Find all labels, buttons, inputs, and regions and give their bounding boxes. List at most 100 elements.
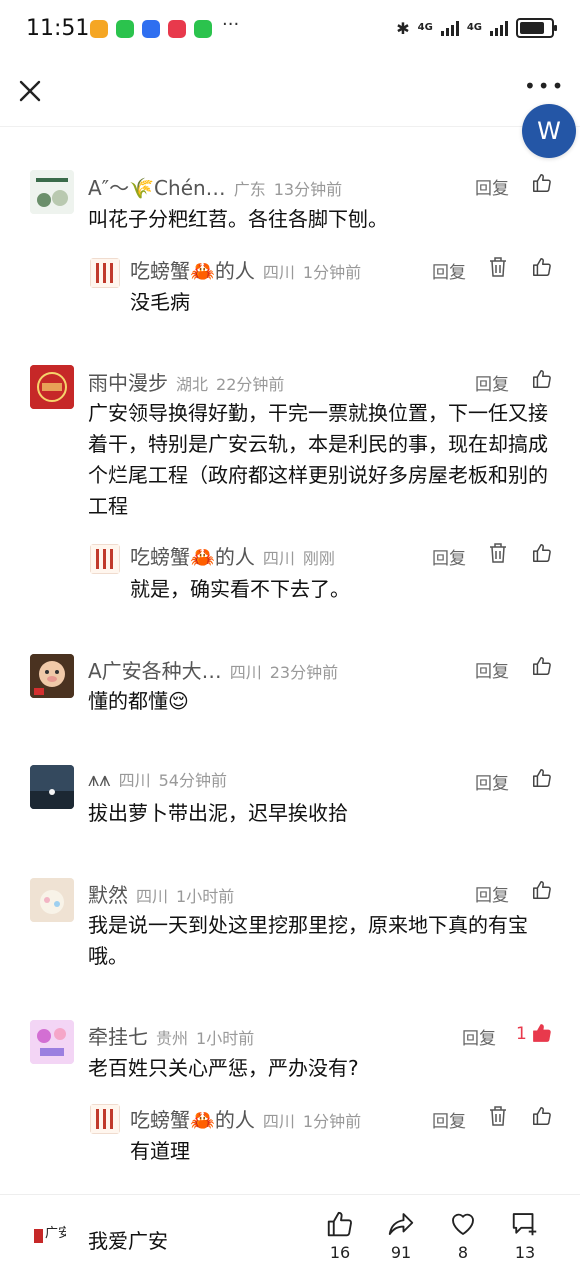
reply-author[interactable]: 吃螃蟹🦀的人	[130, 255, 255, 284]
comment-time: 22分钟前	[216, 375, 285, 394]
reply-text: 有道理	[130, 1139, 190, 1163]
voice-app-icon	[142, 20, 160, 38]
comment-author[interactable]: ⩚⩚	[88, 767, 111, 791]
reply-button[interactable]: 回复	[475, 769, 509, 794]
like-icon[interactable]	[531, 879, 553, 901]
trash-icon[interactable]	[488, 1105, 508, 1127]
comment-count: 13	[514, 1243, 536, 1262]
avatar[interactable]	[30, 878, 74, 922]
favorite-count: 8	[457, 1243, 469, 1262]
avatar[interactable]	[30, 365, 74, 409]
reply-region: 四川	[262, 1112, 295, 1131]
heart-icon	[452, 1213, 474, 1235]
comment-region: 湖北	[176, 375, 209, 394]
trash-icon[interactable]	[488, 256, 508, 278]
thumbs-up-icon	[327, 1211, 352, 1237]
battery-icon	[516, 18, 557, 38]
comment-time: 23分钟前	[269, 663, 339, 682]
reply-button[interactable]: 回复	[462, 1024, 496, 1049]
status-bar: 11:51 ··· ✱ 4G 4G	[0, 0, 580, 62]
comment-region: 四川	[136, 887, 169, 906]
comment-author[interactable]: A″〜🌾Chén…	[88, 172, 226, 201]
comment-time: 54分钟前	[158, 771, 227, 790]
avatar[interactable]	[30, 654, 74, 698]
reply-button[interactable]: 回复	[475, 657, 509, 682]
user-avatar-button[interactable]: W	[522, 104, 576, 158]
signal-icon	[440, 20, 459, 36]
like-button[interactable]: 16	[315, 1209, 365, 1262]
top-bar: •••	[0, 62, 580, 127]
reply-avatar[interactable]	[90, 544, 120, 574]
like-icon[interactable]	[531, 767, 553, 789]
share-icon	[388, 1213, 414, 1235]
comment-region: 贵州	[156, 1029, 189, 1048]
avatar[interactable]	[30, 765, 74, 809]
like-icon[interactable]	[531, 1105, 553, 1127]
reply-button[interactable]: 回复	[475, 881, 509, 906]
like-icon[interactable]	[531, 542, 553, 564]
avatar[interactable]	[30, 1020, 74, 1064]
reply-author[interactable]: 吃螃蟹🦀的人	[130, 1104, 255, 1133]
reply-time: 刚刚	[302, 549, 335, 568]
network-type-2: 4G	[466, 22, 482, 33]
avatar[interactable]	[30, 170, 74, 214]
comment-text: 老百姓只关心严惩，严办没有?	[88, 1056, 359, 1080]
reply-button[interactable]: 回复	[432, 1107, 466, 1132]
comment-author[interactable]: 默然	[88, 879, 128, 908]
comment-text: 懂的都懂😌	[88, 689, 189, 713]
favorite-button[interactable]: 8	[438, 1209, 488, 1262]
comment-text: 我是说一天到处这里挖那里挖，原来地下真的有宝哦。	[88, 913, 528, 968]
reply-button[interactable]: 回复	[475, 174, 509, 199]
comment-region: 广东	[233, 180, 266, 199]
like-icon[interactable]	[531, 256, 553, 278]
reply-avatar[interactable]	[90, 1104, 120, 1134]
reply-time: 1分钟前	[302, 1112, 362, 1131]
reply-time: 1分钟前	[302, 263, 362, 282]
comment-text: 拔出萝卜带出泥，迟早挨收拾	[88, 801, 348, 825]
like-count: 16	[329, 1243, 351, 1262]
comment-author[interactable]: 牵挂七	[88, 1021, 148, 1050]
reply-text: 就是，确实看不下去了。	[130, 577, 350, 601]
more-options-icon[interactable]: •••	[524, 74, 565, 98]
more-notifications-icon: ···	[222, 14, 240, 35]
like-icon[interactable]	[531, 655, 553, 677]
notification-icons	[90, 20, 212, 38]
comment-author[interactable]: 雨中漫步	[88, 367, 168, 396]
channel-title[interactable]: 我爱广安	[88, 1225, 168, 1254]
bottom-action-bar: 广安 我爱广安 16 91 8 13	[0, 1194, 580, 1281]
reply-author[interactable]: 吃螃蟹🦀的人	[130, 541, 255, 570]
channel-logo[interactable]: 广安	[34, 1217, 71, 1257]
comment-time: 1小时前	[176, 887, 235, 906]
reply-button[interactable]: 回复	[432, 258, 466, 283]
comment-region: 四川	[229, 663, 262, 682]
reply-region: 四川	[262, 549, 295, 568]
logo-text: 广安	[45, 1226, 66, 1241]
close-icon[interactable]	[14, 74, 48, 108]
like-icon[interactable]	[531, 172, 553, 194]
reply-avatar[interactable]	[90, 258, 120, 288]
reply-button[interactable]: 回复	[475, 370, 509, 395]
share-button[interactable]: 91	[376, 1209, 426, 1262]
add-comment-icon	[512, 1213, 537, 1236]
network-type-1: 4G	[417, 22, 433, 33]
comment-time: 13分钟前	[273, 180, 343, 199]
share-count: 91	[390, 1243, 412, 1262]
comment-time: 1小时前	[196, 1029, 255, 1048]
system-indicators: ✱ 4G 4G	[396, 18, 557, 38]
signal-icon-2	[490, 20, 508, 36]
comment-region: 四川	[118, 771, 151, 790]
comment-text: 叫花子分粑红苕。各往各脚下刨。	[88, 207, 388, 231]
comment-author[interactable]: A广安各种大…	[88, 655, 222, 684]
liked-icon[interactable]	[531, 1022, 553, 1044]
trash-icon[interactable]	[488, 542, 508, 564]
wechat-icon	[116, 20, 134, 38]
reply-button[interactable]: 回复	[432, 544, 466, 569]
reply-text: 没毛病	[130, 290, 190, 314]
weibo-icon	[90, 20, 108, 38]
status-time: 11:51	[26, 16, 90, 41]
bluetooth-icon: ✱	[396, 18, 410, 38]
comment-button[interactable]: 13	[500, 1209, 550, 1262]
like-icon[interactable]	[531, 368, 553, 390]
like-count: 1	[516, 1024, 527, 1044]
comment-text: 广安领导换得好勤，干完一票就换位置，下一任又接着干，特别是广安云轨，本是利民的事…	[88, 401, 548, 518]
